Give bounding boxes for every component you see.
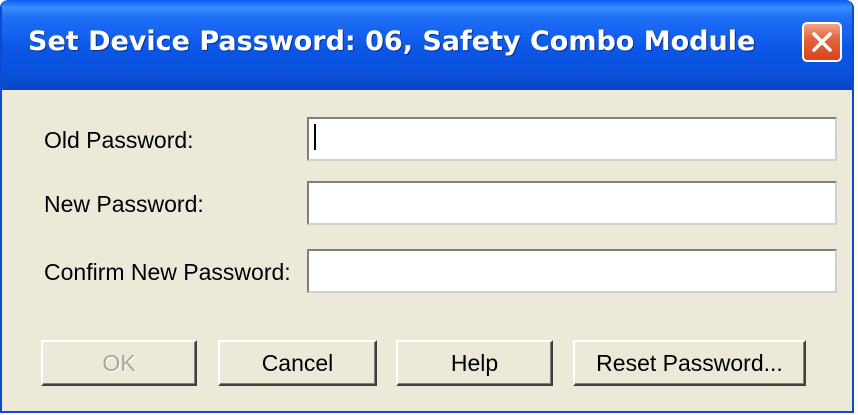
set-device-password-dialog: Set Device Password: 06, Safety Combo Mo… [0,0,854,413]
confirm-new-password-label: Confirm New Password: [44,259,291,285]
confirm-new-password-field[interactable] [307,249,837,293]
reset-password-button[interactable]: Reset Password... [573,340,806,386]
new-password-label: New Password: [44,191,204,217]
help-button[interactable]: Help [396,340,553,386]
text-cursor [314,124,316,150]
new-password-field[interactable] [307,181,837,225]
dialog-title: Set Device Password: 06, Safety Combo Mo… [28,26,756,57]
cancel-button[interactable]: Cancel [218,340,377,386]
title-bar[interactable]: Set Device Password: 06, Safety Combo Mo… [2,0,852,90]
old-password-field[interactable] [307,117,837,161]
ok-button[interactable]: OK [41,340,197,386]
old-password-label: Old Password: [44,127,194,153]
close-button[interactable] [802,22,842,62]
close-icon [812,32,832,52]
